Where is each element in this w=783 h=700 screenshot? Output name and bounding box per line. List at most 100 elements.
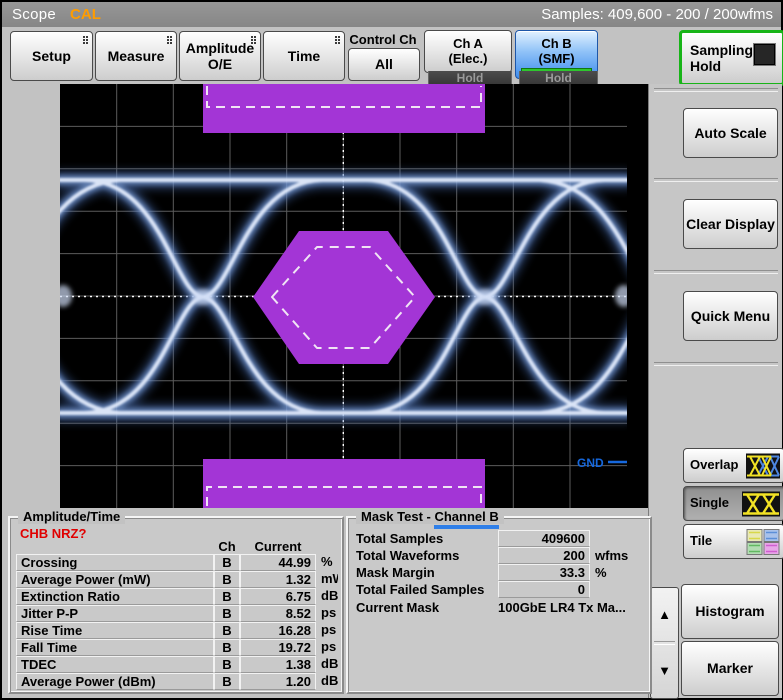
mask-stat-unit: [590, 530, 646, 547]
mask-stat-value: 409600: [498, 530, 590, 547]
measure-button-label: Measure: [107, 47, 165, 64]
meas-unit: dB: [321, 656, 338, 671]
menu-dots-icon: [167, 36, 169, 38]
overlap-view-button[interactable]: Overlap: [683, 448, 783, 483]
meas-value: 16.28: [240, 622, 316, 639]
measurement-row: Average Power (dBm) B 1.20 dBm: [16, 673, 338, 690]
current-mask-value: 100GbE LR4 Tx Ma...: [498, 600, 626, 615]
app-title: Scope: [12, 6, 57, 23]
single-view-button[interactable]: Single: [683, 486, 783, 521]
meas-unit: ps: [321, 639, 337, 654]
meas-label: Average Power (mW): [16, 571, 214, 588]
meas-value: 19.72: [240, 639, 316, 656]
meas-value: 1.20: [240, 673, 316, 690]
separator: [654, 270, 778, 274]
mask-test-row: Mask Margin 33.3 %: [356, 564, 646, 581]
mask-stat-value: 200: [498, 547, 590, 564]
mask-bottom: [203, 459, 485, 508]
meas-unit: dBm: [321, 673, 338, 688]
mask-stat-label: Current Mask: [356, 600, 440, 615]
meas-value: 6.75: [240, 588, 316, 605]
histogram-label: Histogram: [695, 603, 765, 620]
mask-stat-label: Total Samples: [356, 531, 444, 546]
meas-unit: ps: [321, 605, 337, 620]
mask-test-title: Mask Test - Channel B: [356, 509, 504, 529]
meas-unit: %: [321, 554, 333, 569]
measurement-row: Crossing B 44.99 %: [16, 554, 338, 571]
mask-stat-value: 33.3: [498, 564, 590, 581]
channel-b-hold-button[interactable]: Hold: [519, 71, 598, 85]
channel-a-hold-label: Hold: [456, 70, 484, 85]
gnd-label: GND: [577, 456, 604, 470]
mask-stat-unit: %: [595, 565, 607, 580]
meas-label: TDEC: [16, 656, 214, 673]
sampling-hold-label: Sampling Hold: [690, 41, 754, 74]
mask-center: [253, 231, 435, 364]
amplitude-oe-button-label: Amplitude O/E: [185, 39, 255, 72]
meas-value: 8.52: [240, 605, 316, 622]
mask-test-row: Total Failed Samples 0: [356, 581, 646, 598]
top-status-bar: Scope CAL Samples: 409,600 - 200 / 200wf…: [2, 2, 781, 27]
display-gutter: [2, 84, 60, 508]
time-button-label: Time: [287, 47, 321, 64]
channel-a-hold-button[interactable]: Hold: [428, 71, 512, 85]
setup-button[interactable]: Setup: [10, 31, 93, 81]
meas-channel: B: [214, 639, 240, 656]
clear-display-button[interactable]: Clear Display: [683, 199, 778, 249]
channel-a-button[interactable]: Ch A (Elec.): [424, 30, 512, 73]
gnd-marker: GND: [577, 456, 644, 470]
measurement-row: TDEC B 1.38 dB: [16, 656, 338, 673]
control-ch-all-button[interactable]: All: [348, 48, 420, 81]
overlap-eyes-icon: [746, 453, 780, 478]
mask-test-channel: Channel B: [434, 509, 499, 529]
meas-unit: ps: [321, 622, 337, 637]
channel-a-label: Ch A (Elec.): [448, 35, 488, 66]
tile-view-button[interactable]: Tile: [683, 524, 783, 559]
marker-label: Marker: [707, 660, 753, 677]
meas-unit: mW: [321, 571, 338, 586]
mask-test-row: Total Samples 409600: [356, 530, 646, 547]
sampling-hold-indicator: [754, 44, 775, 65]
scope-screen: Scope CAL Samples: 409,600 - 200 / 200wf…: [0, 0, 783, 700]
meas-channel: B: [214, 656, 240, 673]
measurement-row: Jitter P-P B 8.52 ps: [16, 605, 338, 622]
meas-value: 1.32: [240, 571, 316, 588]
measurement-row: Rise Time B 16.28 ps: [16, 622, 338, 639]
measure-button[interactable]: Measure: [95, 31, 177, 81]
histogram-button[interactable]: Histogram: [681, 584, 779, 639]
meas-value: 44.99: [240, 554, 316, 571]
scroll-down-button[interactable]: ▼: [651, 646, 678, 694]
scroll-up-button[interactable]: ▲: [651, 590, 678, 638]
measurement-row: Average Power (mW) B 1.32 mW: [16, 571, 338, 588]
meas-channel: B: [214, 673, 240, 690]
channel-b-label: Ch B (SMF): [538, 35, 575, 66]
tile-label: Tile: [690, 533, 713, 549]
mask-stat-unit: wfms: [595, 548, 629, 563]
mask-stat-unit: [590, 581, 646, 598]
measurement-header: Ch Current: [16, 538, 338, 554]
cal-status: CAL: [70, 6, 101, 23]
sampling-hold-button[interactable]: Sampling Hold: [679, 30, 783, 86]
setup-button-label: Setup: [32, 47, 71, 64]
measurement-row: Extinction Ratio B 6.75 dB: [16, 588, 338, 605]
separator: [654, 178, 778, 182]
quick-menu-button[interactable]: Quick Menu: [683, 291, 778, 341]
separator: [654, 362, 778, 366]
col-current: Current: [254, 538, 302, 554]
mask-test-row: Current Mask 100GbE LR4 Tx Ma...: [356, 599, 646, 616]
menu-dots-icon: [83, 36, 85, 38]
up-arrow-icon: ▲: [658, 606, 671, 622]
col-ch: Ch: [218, 538, 236, 554]
down-arrow-icon: ▼: [658, 662, 671, 678]
auto-scale-button[interactable]: Auto Scale: [683, 108, 778, 158]
time-button[interactable]: Time: [263, 31, 345, 81]
quick-menu-label: Quick Menu: [690, 307, 771, 324]
mask-stat-label: Total Waveforms: [356, 548, 460, 563]
marker-button[interactable]: Marker: [681, 641, 779, 696]
meas-label: Fall Time: [16, 639, 214, 656]
mask-stat-value: 0: [498, 581, 590, 598]
mask-stat-label: Mask Margin: [356, 565, 435, 580]
amplitude-oe-button[interactable]: Amplitude O/E: [179, 31, 261, 81]
auto-scale-label: Auto Scale: [694, 124, 767, 141]
eye-diagram: GND: [60, 84, 627, 508]
